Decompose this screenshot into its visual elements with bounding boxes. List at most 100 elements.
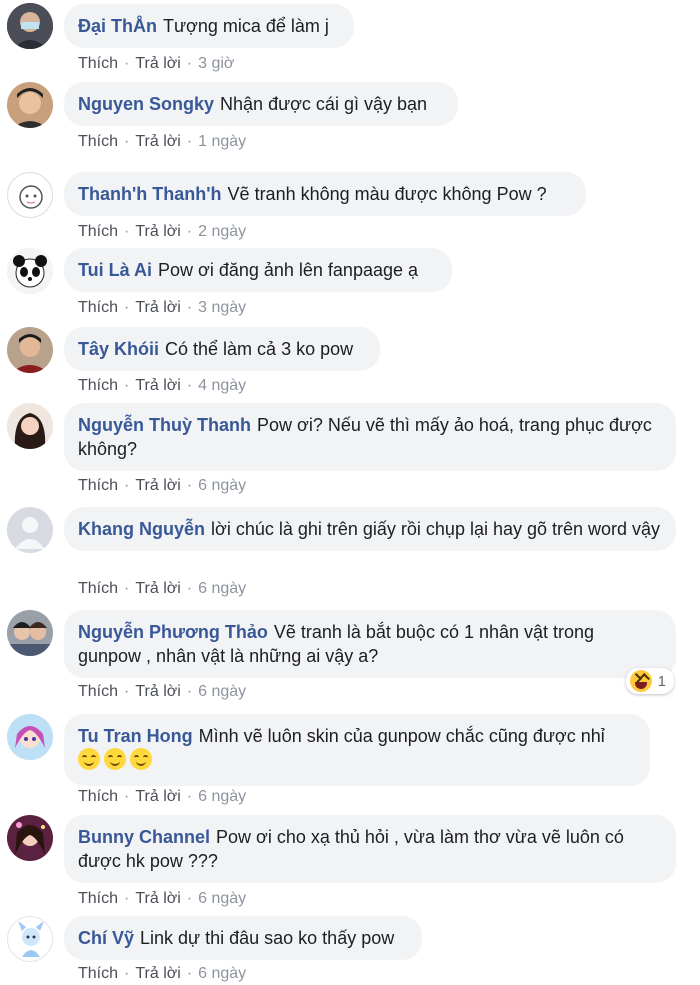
- comment-time[interactable]: 6 ngày: [198, 580, 246, 597]
- like-link[interactable]: Thích: [78, 580, 118, 597]
- separator: ·: [124, 223, 130, 240]
- comment-actions: Thích · Trả lời · 3 ngày: [78, 298, 246, 318]
- comment-text: Mình vẽ luôn skin của gunpow chắc cũng đ…: [198, 726, 605, 746]
- separator: ·: [124, 477, 130, 494]
- like-link[interactable]: Thích: [78, 133, 118, 150]
- separator: ·: [124, 683, 130, 700]
- comment-author[interactable]: Nguyễn Thuỳ Thanh: [78, 415, 251, 435]
- comment-author[interactable]: Thanh'h Thanh'h: [78, 184, 222, 204]
- like-link[interactable]: Thích: [78, 223, 118, 240]
- separator: ·: [124, 890, 130, 907]
- avatar[interactable]: [7, 507, 53, 553]
- comment-bubble: Thanh'h Thanh'h Vẽ tranh không màu được k…: [64, 172, 586, 216]
- separator: ·: [186, 477, 193, 494]
- like-link[interactable]: Thích: [78, 477, 118, 494]
- comment-actions: Thích · Trả lời · 6 ngày: [78, 682, 246, 702]
- comment-author[interactable]: Bunny Channel: [78, 827, 210, 847]
- comment-text: Pow ơi đăng ảnh lên fanpaage ạ: [158, 260, 419, 280]
- avatar[interactable]: [7, 172, 53, 218]
- avatar[interactable]: [7, 327, 53, 373]
- comment-author[interactable]: Tui Là Ai: [78, 260, 152, 280]
- separator: ·: [186, 788, 193, 805]
- comment-time[interactable]: 1 ngày: [198, 133, 246, 150]
- comment-actions: Thích · Trả lời · 4 ngày: [78, 376, 246, 396]
- comment-text: lời chúc là ghi trên giấy rồi chụp lại h…: [211, 519, 661, 539]
- comment-time[interactable]: 4 ngày: [198, 377, 246, 394]
- comment-author[interactable]: Tây Khóii: [78, 339, 159, 359]
- comment-bubble: Bunny Channel Pow ơi cho xạ thủ hỏi , vừa…: [64, 815, 676, 883]
- comment-time[interactable]: 3 giờ: [198, 55, 234, 72]
- reply-link[interactable]: Trả lời: [135, 55, 180, 72]
- comment-author[interactable]: Khang Nguyễn: [78, 519, 205, 539]
- separator: ·: [186, 299, 193, 316]
- reply-link[interactable]: Trả lời: [135, 890, 180, 907]
- like-link[interactable]: Thích: [78, 55, 118, 72]
- comment-time[interactable]: 3 ngày: [198, 299, 246, 316]
- comment-author[interactable]: Đại ThÅn: [78, 16, 157, 36]
- comment-time[interactable]: 2 ngày: [198, 223, 246, 240]
- comment-time[interactable]: 6 ngày: [198, 788, 246, 805]
- reply-link[interactable]: Trả lời: [135, 299, 180, 316]
- like-link[interactable]: Thích: [78, 788, 118, 805]
- like-link[interactable]: Thích: [78, 890, 118, 907]
- separator: ·: [186, 223, 193, 240]
- like-link[interactable]: Thích: [78, 377, 118, 394]
- like-link[interactable]: Thích: [78, 965, 118, 982]
- separator: ·: [186, 965, 193, 982]
- separator: ·: [186, 580, 193, 597]
- reaction-summary[interactable]: 1: [625, 668, 674, 694]
- comment-author[interactable]: Chí Vỹ: [78, 928, 134, 948]
- comment-bubble: Tui Là Ai Pow ơi đăng ảnh lên fanpaage ạ: [64, 248, 452, 292]
- separator: ·: [186, 890, 193, 907]
- reaction-count: 1: [657, 672, 666, 690]
- reply-link[interactable]: Trả lời: [135, 477, 180, 494]
- reply-link[interactable]: Trả lời: [135, 788, 180, 805]
- reply-link[interactable]: Trả lời: [135, 223, 180, 240]
- comment-bubble: Đại ThÅn Tượng mica để làm j: [64, 4, 354, 48]
- separator: ·: [186, 133, 193, 150]
- comment-time[interactable]: 6 ngày: [198, 965, 246, 982]
- comment-actions: Thích · Trả lời · 6 ngày: [78, 476, 246, 496]
- avatar[interactable]: [7, 714, 53, 760]
- avatar[interactable]: [7, 610, 53, 656]
- separator: ·: [186, 683, 193, 700]
- separator: ·: [124, 133, 130, 150]
- comment-bubble: Nguyễn Phương Thảo Vẽ tranh là bắt buộc c…: [64, 610, 676, 678]
- comment-text: Link dự thi đâu sao ko thấy pow: [140, 928, 395, 948]
- comment-actions: Thích · Trả lời · 6 ngày: [78, 579, 246, 599]
- comment-bubble: Khang Nguyễn lời chúc là ghi trên giấy rồ…: [64, 507, 676, 551]
- smiling-face-icon: [130, 748, 152, 770]
- comment-text: Tượng mica để làm j: [163, 16, 329, 36]
- separator: ·: [124, 377, 130, 394]
- comment-author[interactable]: Nguyen Songky: [78, 94, 214, 114]
- comment-text: Nhận được cái gì vậy bạn: [220, 94, 427, 114]
- haha-reaction-icon: [629, 670, 652, 692]
- reply-link[interactable]: Trả lời: [135, 683, 180, 700]
- comment-actions: Thích · Trả lời · 6 ngày: [78, 787, 246, 807]
- avatar[interactable]: [7, 82, 53, 128]
- avatar[interactable]: [7, 3, 53, 49]
- avatar[interactable]: [7, 815, 53, 861]
- reply-link[interactable]: Trả lời: [135, 133, 180, 150]
- like-link[interactable]: Thích: [78, 683, 118, 700]
- comment-actions: Thích · Trả lời · 1 ngày: [78, 132, 246, 152]
- reply-link[interactable]: Trả lời: [135, 580, 180, 597]
- avatar[interactable]: [7, 248, 53, 294]
- reply-link[interactable]: Trả lời: [135, 965, 180, 982]
- smiling-face-icon: [104, 748, 126, 770]
- reply-link[interactable]: Trả lời: [135, 377, 180, 394]
- comment-bubble: Tu Tran Hong Mình vẽ luôn skin của gunpow…: [64, 714, 650, 786]
- comment-actions: Thích · Trả lời · 2 ngày: [78, 222, 246, 242]
- comment-bubble: Nguyen Songky Nhận được cái gì vậy bạn: [64, 82, 458, 126]
- avatar[interactable]: [7, 403, 53, 449]
- comment-author[interactable]: Tu Tran Hong: [78, 726, 193, 746]
- comment-time[interactable]: 6 ngày: [198, 477, 246, 494]
- like-link[interactable]: Thích: [78, 299, 118, 316]
- comment-actions: Thích · Trả lời · 6 ngày: [78, 964, 246, 984]
- comment-bubble: Chí Vỹ Link dự thi đâu sao ko thấy pow: [64, 916, 422, 960]
- separator: ·: [186, 55, 193, 72]
- comment-time[interactable]: 6 ngày: [198, 683, 246, 700]
- avatar[interactable]: [7, 916, 53, 962]
- comment-author[interactable]: Nguyễn Phương Thảo: [78, 622, 268, 642]
- comment-time[interactable]: 6 ngày: [198, 890, 246, 907]
